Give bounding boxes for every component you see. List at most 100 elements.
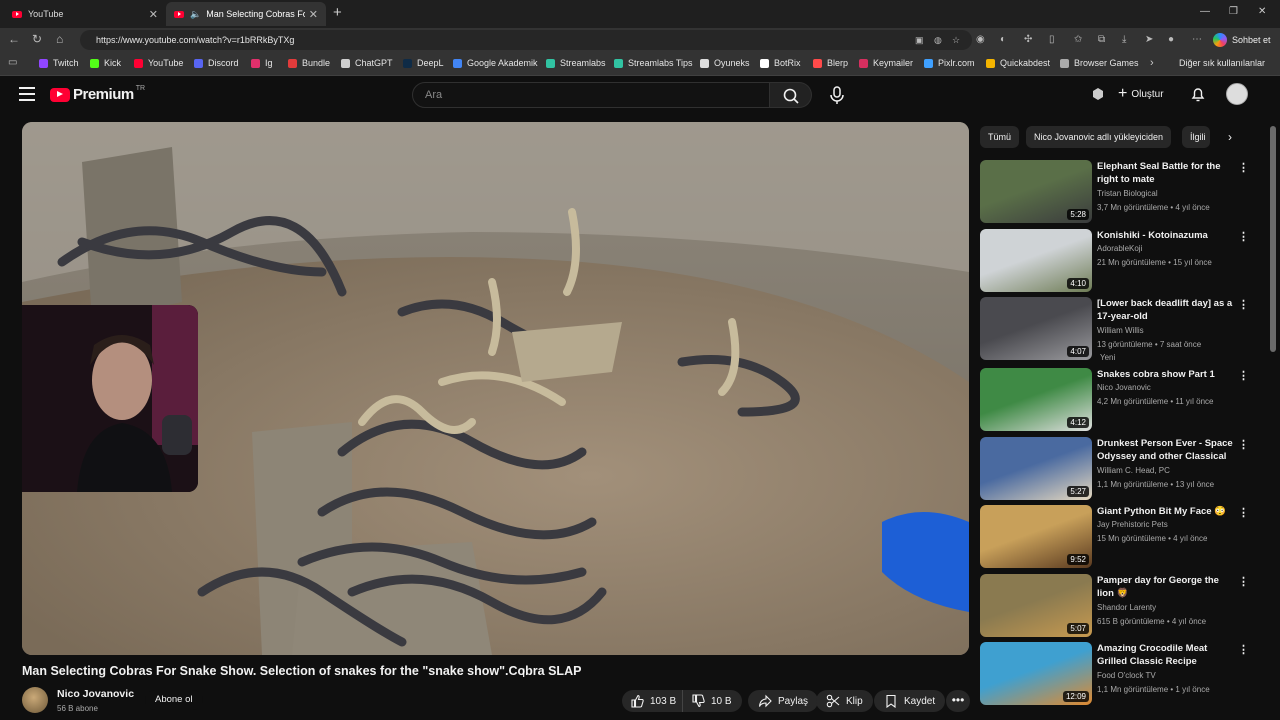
like-button[interactable]: 103 B — [622, 690, 682, 712]
bookmark-streamlabs[interactable]: Streamlabs — [546, 58, 606, 68]
search-input[interactable] — [413, 83, 769, 107]
close-window-icon[interactable]: ✕ — [1258, 6, 1266, 17]
recommended-video[interactable]: 12:09 Amazing Crocodile Meat Grilled Clas… — [980, 642, 1250, 706]
kebab-menu-icon[interactable]: ⋮ — [1238, 438, 1249, 451]
hamburger-menu-icon[interactable] — [19, 87, 35, 101]
bookmarks-overflow-chevron-icon[interactable]: › — [1150, 57, 1154, 69]
bookmark-youtube[interactable]: YouTube — [134, 58, 183, 68]
new-tab-button[interactable]: + — [333, 4, 342, 21]
collections-icon[interactable]: ⧉ — [1098, 34, 1105, 45]
save-button[interactable]: Kaydet — [874, 690, 946, 712]
recommended-video-title[interactable]: Amazing Crocodile Meat Grilled Classic R… — [1097, 642, 1235, 668]
split-screen-icon[interactable]: ▯ — [1049, 34, 1055, 45]
tab-close-icon[interactable]: ✕ — [309, 8, 318, 21]
back-arrow-icon[interactable]: ← — [8, 32, 20, 46]
kebab-menu-icon[interactable]: ⋮ — [1238, 161, 1249, 174]
recommended-channel-name[interactable]: William Willis — [1097, 326, 1144, 335]
create-button[interactable]: + Oluştur — [1118, 84, 1164, 104]
bookmark-botrix[interactable]: BotRix — [760, 58, 801, 68]
bookmark-quickabdest[interactable]: Quickabdest — [986, 58, 1050, 68]
recommended-video[interactable]: 4:07 [Lower back deadlift day] as a 17-ye… — [980, 297, 1250, 362]
recommended-channel-name[interactable]: AdorableKoji — [1097, 244, 1142, 253]
share-button[interactable]: Paylaş — [748, 690, 819, 712]
recommended-video[interactable]: 5:27 Drunkest Person Ever - Space Odyssey… — [980, 437, 1250, 501]
kebab-menu-icon[interactable]: ⋮ — [1238, 369, 1249, 382]
browser-tab-video[interactable]: 🔈 Man Selecting Cobras For Sn... ✕ — [166, 2, 326, 26]
bookmark-ig[interactable]: Ig — [251, 58, 273, 68]
video-thumbnail[interactable]: 4:07 — [980, 297, 1092, 360]
recommended-channel-name[interactable]: Jay Prehistoric Pets — [1097, 520, 1168, 529]
chips-next-chevron-icon[interactable]: › — [1228, 130, 1232, 144]
search-button[interactable] — [770, 82, 812, 108]
video-thumbnail[interactable]: 12:09 — [980, 642, 1092, 705]
extensions-puzzle-icon[interactable]: ✣ — [1024, 34, 1032, 45]
voice-search-button[interactable] — [826, 84, 848, 106]
browser-tab-youtube[interactable]: YouTube ✕ — [4, 2, 166, 26]
recommended-video-title[interactable]: Drunkest Person Ever - Space Odyssey and… — [1097, 437, 1235, 463]
bookmark-chatgpt[interactable]: ChatGPT — [341, 58, 393, 68]
recommended-video-title[interactable]: Snakes cobra show Part 1 — [1097, 368, 1235, 381]
bookmark-bundle[interactable]: Bundle — [288, 58, 330, 68]
kebab-menu-icon[interactable]: ⋮ — [1238, 230, 1249, 243]
bookmarks-menu-icon[interactable]: ▭ — [8, 57, 17, 68]
tracking-prevention-icon[interactable]: ◍ — [934, 35, 942, 46]
recommended-channel-name[interactable]: William C. Head, PC — [1097, 466, 1170, 475]
more-actions-button[interactable]: ••• — [946, 690, 970, 712]
bookmark-twitch[interactable]: Twitch — [39, 58, 79, 68]
extension-badge-icon[interactable] — [1090, 86, 1106, 102]
video-thumbnail[interactable]: 5:27 — [980, 437, 1092, 500]
video-thumbnail[interactable]: 5:07 — [980, 574, 1092, 637]
extension-icon-2[interactable]: ◐ — [1000, 34, 1006, 45]
bookmark-keymailer[interactable]: Keymailer — [859, 58, 913, 68]
recommended-video[interactable]: 5:28 Elephant Seal Battle for the right t… — [980, 160, 1250, 224]
extension-icon-1[interactable]: ◉ — [976, 34, 985, 45]
profile-icon[interactable]: ● — [1168, 34, 1174, 45]
maximize-window-icon[interactable]: ❐ — [1229, 6, 1238, 17]
video-thumbnail[interactable]: 9:52 — [980, 505, 1092, 568]
recommended-video[interactable]: 4:12 Snakes cobra show Part 1 Nico Jovanov… — [980, 368, 1250, 432]
share-page-icon[interactable]: ➤ — [1145, 34, 1153, 45]
tab-close-icon[interactable]: ✕ — [149, 8, 158, 21]
bookmark-pixlr-com[interactable]: Pixlr.com — [924, 58, 975, 68]
bookmark-deepl[interactable]: DeepL — [403, 58, 444, 68]
recommended-video-title[interactable]: [Lower back deadlift day] as a 17-year-o… — [1097, 297, 1235, 323]
recommended-channel-name[interactable]: Food O'clock TV — [1097, 671, 1156, 680]
subscribe-button[interactable]: Abone ol — [145, 690, 203, 710]
video-thumbnail[interactable]: 4:10 — [980, 229, 1092, 292]
minimize-window-icon[interactable]: — — [1200, 6, 1210, 17]
kebab-menu-icon[interactable]: ⋮ — [1238, 643, 1249, 656]
chip-from-uploader[interactable]: Nico Jovanovic adlı yükleyiciden — [1026, 126, 1172, 148]
other-favorites-folder[interactable]: Diğer sık kullanılanlar — [1179, 58, 1265, 68]
recommended-channel-name[interactable]: Tristan Biological — [1097, 189, 1158, 198]
page-scrollbar[interactable] — [1270, 126, 1276, 352]
url-field[interactable]: https://www.youtube.com/watch?v=r1bRRkBy… — [80, 30, 972, 50]
recommended-channel-name[interactable]: Nico Jovanovic — [1097, 383, 1151, 392]
recommended-video[interactable]: 5:07 Pamper day for George the lion 🦁 Shan… — [980, 574, 1250, 638]
recommended-video[interactable]: 9:52 Giant Python Bit My Face 😳 Jay Prehis… — [980, 505, 1250, 569]
video-thumbnail[interactable]: 5:28 — [980, 160, 1092, 223]
bookmark-kick[interactable]: Kick — [90, 58, 121, 68]
bookmark-streamlabs-tips[interactable]: Streamlabs Tips — [614, 58, 693, 68]
notifications-bell-icon[interactable] — [1189, 85, 1207, 103]
app-available-icon[interactable]: ▣ — [915, 35, 924, 46]
video-thumbnail[interactable]: 4:12 — [980, 368, 1092, 431]
kebab-menu-icon[interactable]: ⋮ — [1238, 298, 1249, 311]
downloads-icon[interactable]: ⤓ — [1122, 34, 1126, 45]
chip-all[interactable]: Tümü — [980, 126, 1020, 148]
recommended-video-title[interactable]: Giant Python Bit My Face 😳 — [1097, 505, 1235, 518]
recommended-video-title[interactable]: Elephant Seal Battle for the right to ma… — [1097, 160, 1235, 186]
bookmark-browser-games[interactable]: Browser Games — [1060, 58, 1139, 68]
bookmark-discord[interactable]: Discord — [194, 58, 239, 68]
dislike-button[interactable]: 10 B — [682, 690, 738, 712]
bookmark-oyuneks[interactable]: Oyuneks — [700, 58, 750, 68]
speaker-icon[interactable]: 🔈 — [190, 9, 201, 20]
settings-more-icon[interactable]: ⋯ — [1192, 34, 1202, 45]
channel-avatar[interactable] — [22, 687, 48, 713]
bookmark-blerp[interactable]: Blerp — [813, 58, 848, 68]
home-icon[interactable]: ⌂ — [56, 32, 63, 46]
chip-related[interactable]: İlgili — [1182, 126, 1210, 148]
favorite-star-icon[interactable]: ☆ — [952, 35, 960, 46]
clip-button[interactable]: Klip — [816, 690, 873, 712]
reload-icon[interactable]: ↻ — [32, 32, 42, 46]
recommended-video-title[interactable]: Konishiki - Kotoinazuma — [1097, 229, 1235, 242]
